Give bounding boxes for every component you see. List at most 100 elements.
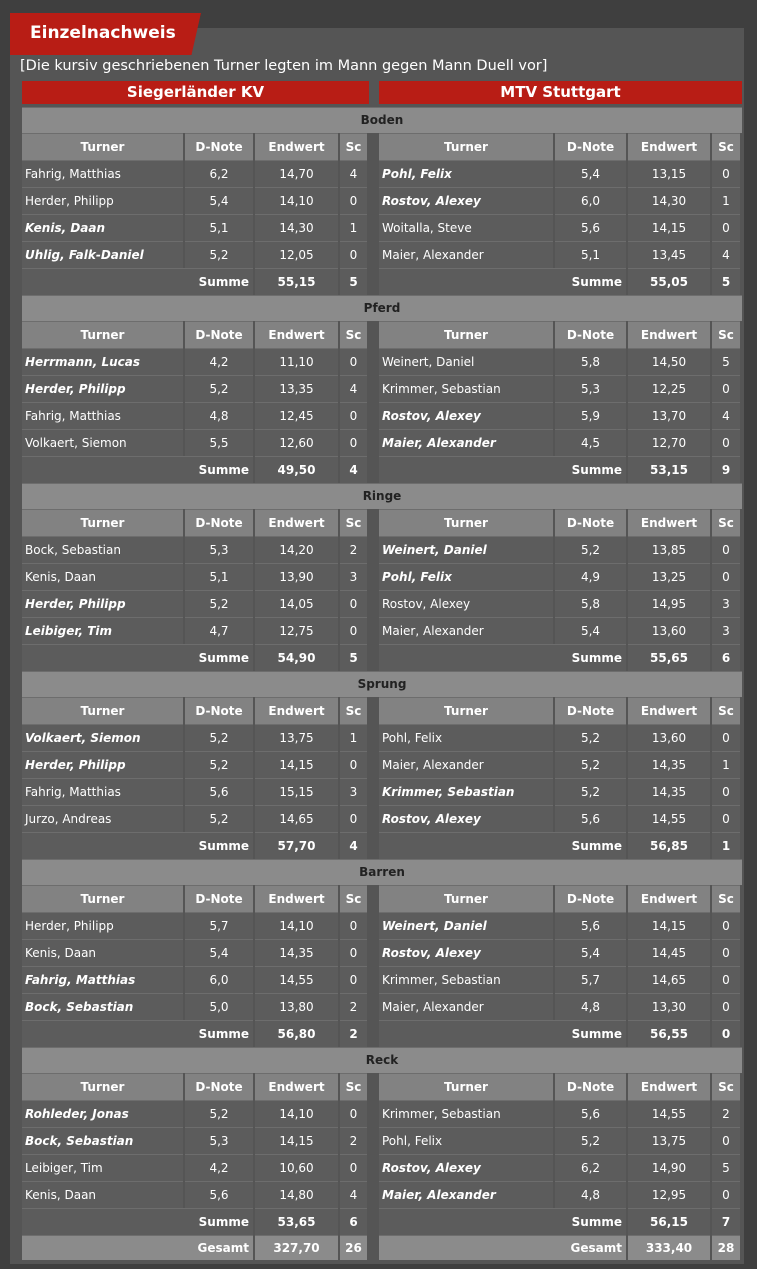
left-scorepoints: 0 [340,402,367,429]
right-total-label: Gesamt [379,1235,626,1260]
right-d-note: 5,4 [555,939,626,966]
left-d-note: 6,2 [185,160,253,187]
left-sum-sc: 6 [340,1208,367,1235]
right-endwert: 12,70 [628,429,710,456]
right-scorepoints: 0 [712,536,740,563]
right-scorepoints: 5 [712,348,740,375]
right-endwert: 14,55 [628,805,710,832]
right-sum-sc: 6 [712,644,740,671]
right-d-note: 5,6 [555,1100,626,1127]
left-d-note: 4,2 [185,1154,253,1181]
right-scorepoints: 0 [712,1181,740,1208]
right-d-note: 5,6 [555,214,626,241]
left-endwert: 13,80 [255,993,338,1020]
right-d-note: 5,2 [555,1127,626,1154]
left-d-note: 5,4 [185,187,253,214]
right-d-note: 5,3 [555,375,626,402]
right-athlete-name: Krimmer, Sebastian [379,1100,553,1127]
left-athlete-name: Leibiger, Tim [22,1154,183,1181]
left-athlete-name: Herder, Philipp [22,375,183,402]
left-d-note: 5,7 [185,912,253,939]
left-athlete-name: Herder, Philipp [22,751,183,778]
left-col-header-0: Turner [22,509,183,536]
right-d-note: 4,5 [555,429,626,456]
left-endwert: 12,05 [255,241,338,268]
left-d-note: 5,1 [185,214,253,241]
right-scorepoints: 1 [712,751,740,778]
left-scorepoints: 0 [340,617,367,644]
right-athlete-name: Rostov, Alexey [379,590,553,617]
right-sum-endwert: 53,15 [628,456,710,483]
title-tab: Einzelnachweis [10,13,201,55]
apparatus-heading: Reck [22,1047,742,1073]
left-sum-endwert: 49,50 [255,456,338,483]
left-scorepoints: 4 [340,160,367,187]
left-d-note: 5,3 [185,536,253,563]
right-d-note: 5,6 [555,805,626,832]
right-col-header-1: D-Note [555,321,626,348]
right-d-note: 4,9 [555,563,626,590]
left-d-note: 5,6 [185,778,253,805]
left-col-header-2: Endwert [255,1073,338,1100]
left-athlete-name: Kenis, Daan [22,214,183,241]
right-col-header-1: D-Note [555,133,626,160]
right-endwert: 13,15 [628,160,710,187]
right-scorepoints: 0 [712,214,740,241]
left-scorepoints: 0 [340,751,367,778]
right-d-note: 5,2 [555,778,626,805]
right-endwert: 13,60 [628,617,710,644]
apparatus-heading: Ringe [22,483,742,509]
left-endwert: 11,10 [255,348,338,375]
left-col-header-0: Turner [22,885,183,912]
left-scorepoints: 1 [340,214,367,241]
page-title: Einzelnachweis [30,23,176,43]
right-scorepoints: 5 [712,1154,740,1181]
left-col-header-3: Sc [340,321,367,348]
right-sum-sc: 1 [712,832,740,859]
right-athlete-name: Weinert, Daniel [379,348,553,375]
right-d-note: 5,4 [555,617,626,644]
left-athlete-name: Fahrig, Matthias [22,402,183,429]
left-scorepoints: 0 [340,805,367,832]
right-scorepoints: 0 [712,966,740,993]
left-d-note: 5,2 [185,751,253,778]
left-col-header-3: Sc [340,697,367,724]
left-endwert: 10,60 [255,1154,338,1181]
left-d-note: 4,7 [185,617,253,644]
left-col-header-1: D-Note [185,321,253,348]
left-col-header-0: Turner [22,133,183,160]
right-endwert: 13,30 [628,993,710,1020]
right-scorepoints: 0 [712,778,740,805]
right-sum-sc: 5 [712,268,740,295]
left-col-header-1: D-Note [185,509,253,536]
left-scorepoints: 0 [340,241,367,268]
left-sum-sc: 4 [340,456,367,483]
right-scorepoints: 0 [712,724,740,751]
left-scorepoints: 0 [340,1154,367,1181]
right-d-note: 4,8 [555,1181,626,1208]
left-sum-sc: 5 [340,268,367,295]
right-col-header-2: Endwert [628,321,710,348]
left-total-label: Gesamt [22,1235,253,1260]
right-sum-sc: 9 [712,456,740,483]
left-scorepoints: 2 [340,993,367,1020]
right-col-header-3: Sc [712,1073,740,1100]
left-col-header-1: D-Note [185,133,253,160]
left-d-note: 5,2 [185,1100,253,1127]
right-endwert: 13,45 [628,241,710,268]
left-scorepoints: 3 [340,778,367,805]
right-d-note: 6,2 [555,1154,626,1181]
left-col-header-2: Endwert [255,321,338,348]
left-scorepoints: 3 [340,563,367,590]
left-endwert: 13,75 [255,724,338,751]
right-scorepoints: 0 [712,429,740,456]
left-athlete-name: Herrmann, Lucas [22,348,183,375]
left-scorepoints: 0 [340,1100,367,1127]
left-col-header-2: Endwert [255,885,338,912]
right-col-header-0: Turner [379,133,553,160]
right-athlete-name: Rostov, Alexey [379,402,553,429]
right-athlete-name: Pohl, Felix [379,724,553,751]
left-athlete-name: Fahrig, Matthias [22,160,183,187]
right-d-note: 5,7 [555,966,626,993]
right-sum-endwert: 55,05 [628,268,710,295]
